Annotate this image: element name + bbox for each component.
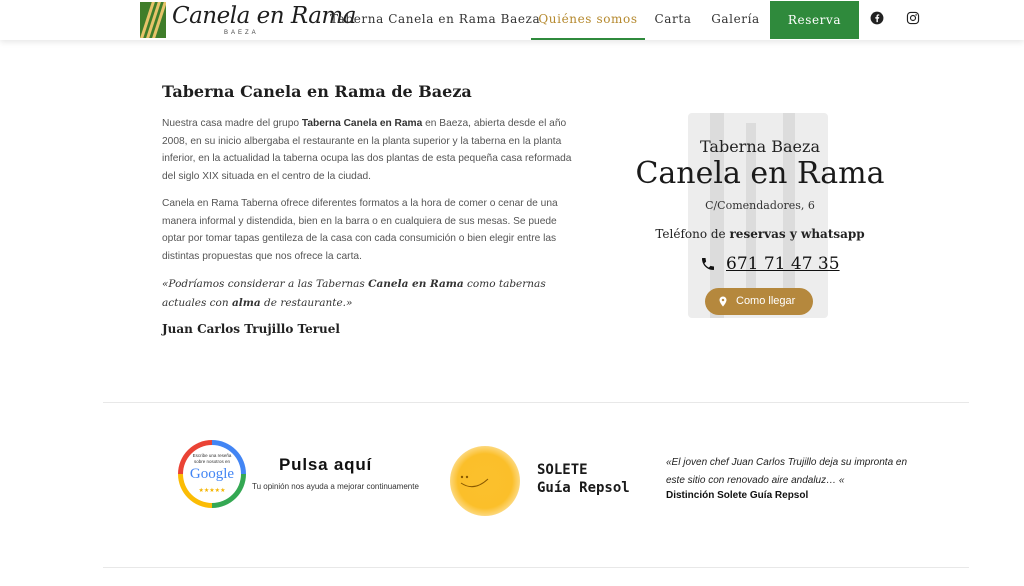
phone-number[interactable]: 671 71 47 35	[726, 254, 840, 274]
location-pin-icon	[719, 296, 727, 307]
google-logo: Google	[189, 466, 235, 482]
nav-item-quienes-somos[interactable]: Quiénes somos	[531, 0, 645, 40]
intro-paragraph: Nuestra casa madre del grupo Taberna Can…	[162, 118, 572, 182]
section-divider	[103, 402, 969, 403]
card-subtitle: Taberna Baeza	[700, 137, 820, 156]
page-title: Taberna Canela en Rama de Baeza	[162, 82, 472, 101]
instagram-icon[interactable]	[906, 11, 920, 25]
address: C/Comendadores, 6	[705, 199, 815, 212]
como-llegar-label: Como llegar	[736, 295, 796, 307]
badge-line2: sobre nosotros en	[193, 459, 231, 464]
solete-sun-icon	[450, 446, 520, 516]
nav-item-carta[interactable]: Carta	[651, 0, 695, 40]
como-llegar-button[interactable]: Como llegar	[705, 288, 813, 315]
solete-line1: SOLETE	[537, 462, 588, 478]
quote-author: Juan Carlos Trujillo Teruel	[162, 322, 340, 336]
logo-subtitle: BAEZA	[224, 30, 259, 36]
pulsa-subtitle: Tu opinión nos ayuda a mejorar continuam…	[252, 482, 419, 491]
facebook-icon[interactable]	[870, 11, 884, 25]
smile-icon	[460, 475, 489, 488]
badge-line1: Escribe una reseña	[192, 453, 232, 458]
site-header: Canela en Rama BAEZA Taberna Canela en R…	[0, 0, 1024, 40]
formats-paragraph: Canela en Rama Taberna ofrece diferentes…	[162, 198, 558, 262]
founder-quote: «Podríamos considerar a las Tabernas Can…	[162, 278, 546, 309]
phone-label: Teléfono de reservas y whatsapp	[655, 227, 865, 241]
site-logo[interactable]: Canela en Rama BAEZA	[140, 2, 356, 38]
google-review-badge[interactable]: Escribe una reseña sobre nosotros en Goo…	[178, 440, 246, 508]
logo-text: Canela en Rama	[172, 3, 356, 29]
repsol-quote-source: Distinción Solete Guía Repsol	[666, 490, 809, 501]
pulsa-aqui-link[interactable]: Pulsa aquí	[279, 455, 372, 475]
reserva-button[interactable]: Reserva	[770, 1, 859, 39]
solete-line2: Guía Repsol	[537, 480, 630, 496]
nav-item-galeria[interactable]: Galería	[708, 0, 763, 40]
badge-stars: ★★★★★	[198, 488, 226, 494]
section-divider-bottom	[103, 567, 969, 568]
card-title: Canela en Rama	[635, 156, 885, 191]
nav-item-taberna[interactable]: Taberna Canela en Rama Baeza	[330, 0, 540, 40]
cinnamon-logo-icon	[140, 2, 166, 38]
phone-icon	[702, 258, 714, 270]
solete-guia-repsol: SOLETE Guía Repsol	[537, 461, 630, 497]
repsol-quote: «El joven chef Juan Carlos Trujillo deja…	[666, 457, 908, 486]
